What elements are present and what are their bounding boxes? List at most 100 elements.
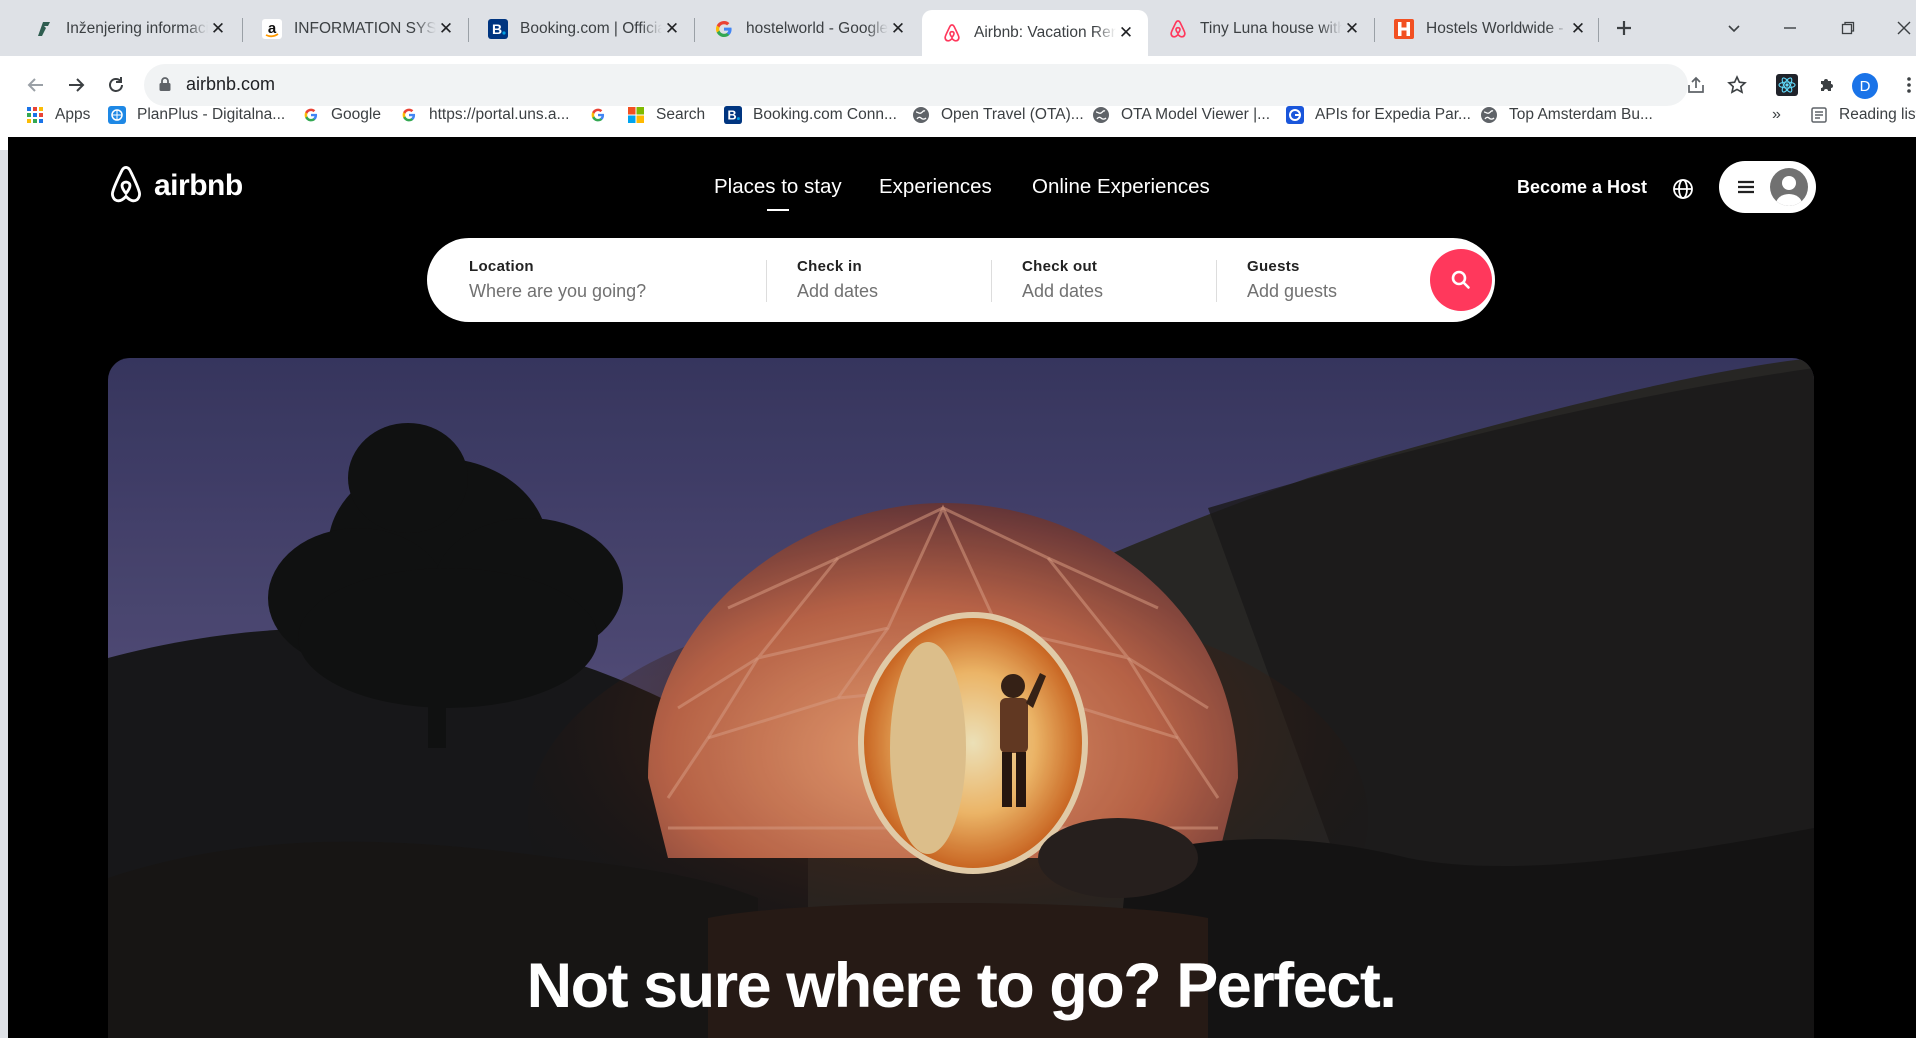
bookmark-planplus[interactable]: PlanPlus - Digitalna... [108,98,285,132]
guests-value: Add guests [1247,281,1338,301]
brand-wordmark: airbnb [154,169,243,202]
tab-separator [1598,18,1599,42]
hostelworld-favicon-icon [1394,19,1414,39]
plus-icon [1617,21,1631,35]
chevron-down-icon [1728,25,1740,33]
planplus-icon [108,106,126,124]
checkout-field[interactable]: Check out Add dates [1022,258,1103,302]
bookmark-portal-uns[interactable]: https://portal.uns.a... [400,98,569,132]
airbnb-logo[interactable]: airbnb [106,165,243,207]
language-globe-icon[interactable] [1671,177,1695,201]
kebab-menu-icon [1907,77,1911,93]
browser-menu-button[interactable] [1894,70,1916,100]
bookmark-apps[interactable]: Apps [26,98,90,132]
nav-online-experiences[interactable]: Online Experiences [1032,175,1210,199]
google-icon [589,106,607,124]
bookmark-open-travel[interactable]: Open Travel (OTA)... [912,98,1084,132]
close-window-button[interactable] [1890,14,1916,42]
location-field[interactable]: Location Where are you going? [469,258,646,302]
become-host-link[interactable]: Become a Host [1517,177,1647,198]
close-tab-icon[interactable]: ✕ [436,19,456,39]
reading-list-button[interactable]: Reading list [1810,98,1916,132]
tab-3[interactable]: hostelworld - Google Search ✕ [694,10,920,48]
apps-grid-icon [26,106,44,124]
checkin-label: Check in [797,258,862,275]
bookmark-star-button[interactable] [1722,70,1752,100]
bookmark-label: Google [331,106,381,123]
google-favicon-icon [714,19,734,39]
bookmark-label: Apps [55,106,91,123]
google-icon [400,106,418,124]
location-input[interactable]: Where are you going? [469,281,646,302]
bookmark-booking-connect[interactable]: B Booking.com Conn... [724,98,897,132]
close-tab-icon[interactable]: ✕ [662,19,682,39]
amazon-favicon-icon: a [262,19,282,39]
bookmark-top-amsterdam[interactable]: Top Amsterdam Bu... [1480,98,1653,132]
airbnb-favicon-icon [942,23,962,43]
bookmark-expedia-apis[interactable]: APIs for Expedia Par... [1286,98,1471,132]
bookmark-label: https://portal.uns.a... [429,106,570,123]
bookmark-label: Top Amsterdam Bu... [1509,106,1653,123]
tab-title: INFORMATION SYSTEMS [294,20,436,37]
react-icon [1776,74,1798,96]
tab-5[interactable]: Tiny Luna house with ✕ [1148,10,1374,48]
checkin-field[interactable]: Check in Add dates [797,258,878,302]
user-avatar-icon [1770,168,1808,206]
close-tab-icon[interactable]: ✕ [1342,19,1362,39]
user-menu-button[interactable] [1719,161,1816,213]
close-tab-icon[interactable]: ✕ [1116,23,1136,43]
extensions-button[interactable] [1812,70,1842,100]
lock-icon[interactable] [158,76,172,97]
booking-favicon-icon: B [488,19,508,39]
close-tab-icon[interactable]: ✕ [1568,19,1588,39]
bookmark-google-2[interactable] [589,98,618,132]
reload-button[interactable] [100,69,132,101]
tab-search-button[interactable] [1720,14,1748,42]
tab-1[interactable]: a INFORMATION SYSTEMS ✕ [242,10,468,48]
svg-text:B: B [492,21,502,37]
profile-avatar[interactable]: D [1852,73,1878,99]
tab-strip: Inženjering informacionih ✕ a INFORMATIO… [0,0,1916,56]
tab-title: Booking.com | Official site [520,20,662,37]
tab-0[interactable]: Inženjering informacionih ✕ [14,10,240,48]
hero-banner: Not sure where to go? Perfect. [108,358,1814,1038]
share-button[interactable] [1681,70,1711,100]
checkin-value: Add dates [797,281,879,301]
back-button[interactable] [20,69,52,101]
bookmark-label: Search [656,106,706,123]
minimize-button[interactable] [1776,14,1804,42]
tab-2[interactable]: B Booking.com | Official site ✕ [468,10,694,48]
bookmarks-overflow-button[interactable]: » [1772,98,1781,132]
search-divider [766,260,767,302]
bookmark-label: OTA Model Viewer |... [1121,106,1271,123]
close-tab-icon[interactable]: ✕ [888,19,908,39]
hero-headline: Not sure where to go? Perfect. [526,951,1397,1021]
tab-4-active[interactable]: Airbnb: Vacation Rentals ✕ [922,10,1148,56]
location-label: Location [469,258,534,275]
arrow-left-icon [27,78,43,92]
bookmark-ota-model-viewer[interactable]: OTA Model Viewer |... [1092,98,1270,132]
bookmark-label: APIs for Expedia Par... [1315,106,1471,123]
url-text[interactable]: airbnb.com [186,74,275,95]
react-devtools-extension[interactable] [1772,70,1802,100]
new-tab-button[interactable] [1610,14,1638,42]
restore-button[interactable] [1834,14,1862,42]
guests-field[interactable]: Guests Add guests [1247,258,1337,302]
tab-6[interactable]: Hostels Worldwide - Online ✕ [1374,10,1600,48]
airbnb-page: airbnb Places to stay Experiences Online… [8,137,1916,1038]
expedia-icon [1286,106,1304,124]
search-icon [1451,270,1470,289]
forward-button[interactable] [60,69,92,101]
search-button[interactable] [1430,249,1492,311]
close-tab-icon[interactable]: ✕ [208,19,228,39]
bookmark-google[interactable]: Google [302,98,381,132]
nav-places-to-stay[interactable]: Places to stay [714,175,842,199]
airbnb-belo-icon [111,166,141,203]
checkout-value: Add dates [1022,281,1104,301]
share-icon [1688,76,1704,93]
bookmark-search[interactable]: Search [627,98,705,132]
restore-icon [1841,21,1855,35]
nav-experiences[interactable]: Experiences [879,175,992,199]
checkout-label: Check out [1022,258,1098,275]
tab-title: Hostels Worldwide - Online [1426,20,1568,37]
